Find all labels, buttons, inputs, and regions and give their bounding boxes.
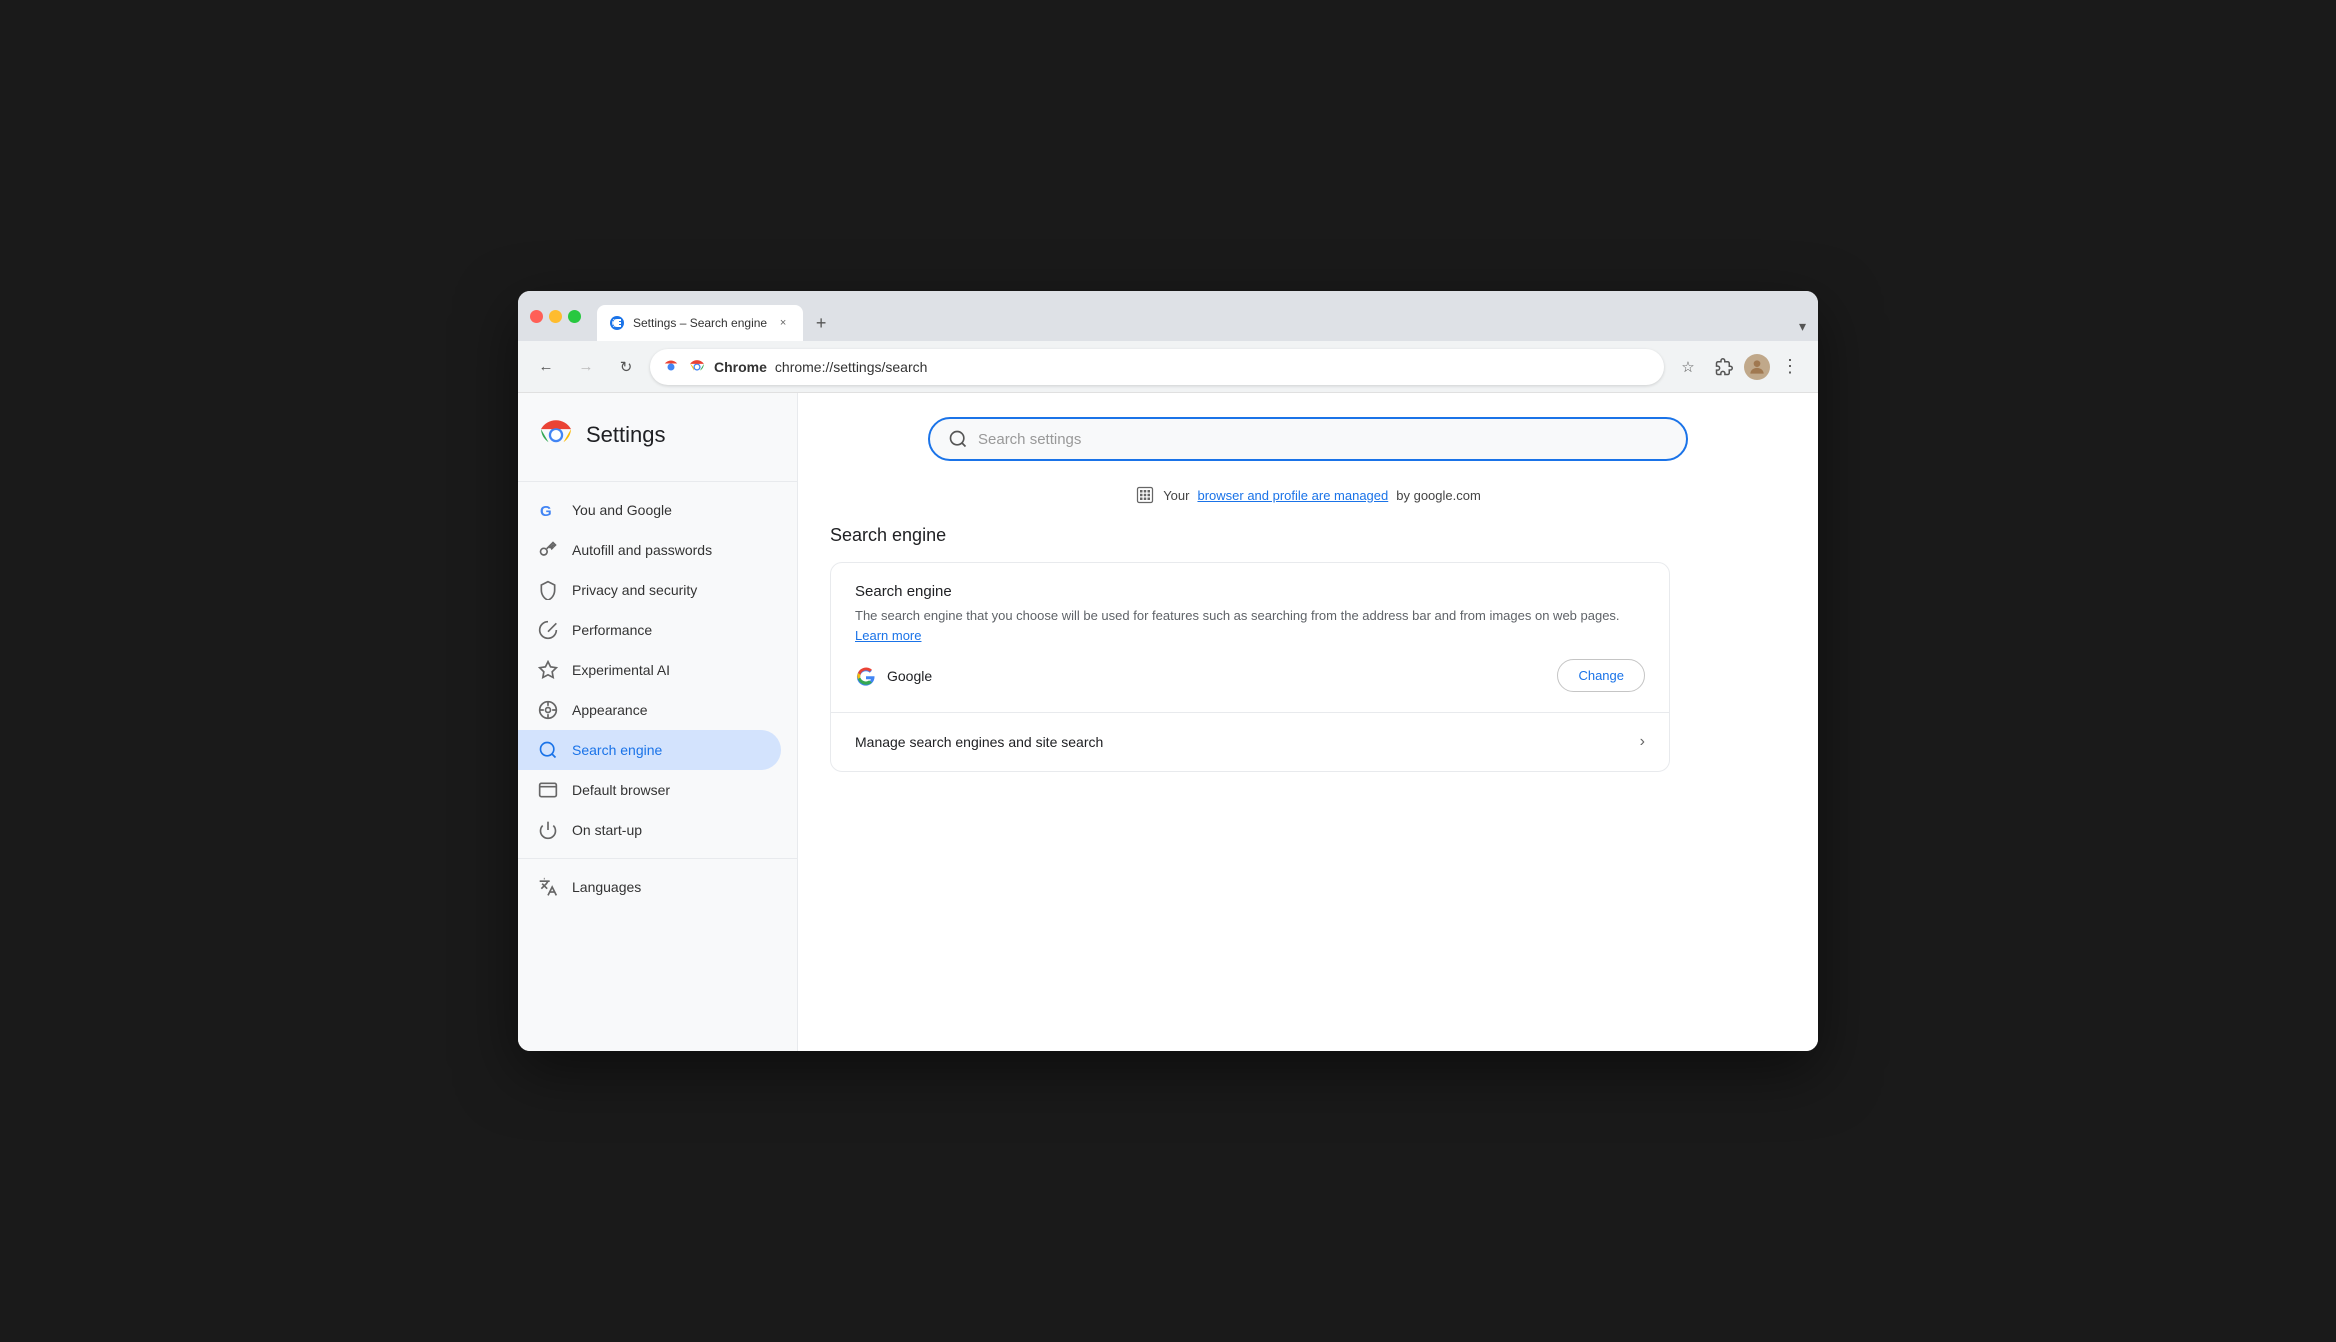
search-icon	[538, 740, 558, 760]
maximize-window-button[interactable]	[568, 310, 581, 323]
nav-actions: ☆ ⋮	[1672, 351, 1806, 383]
sidebar-label-autofill: Autofill and passwords	[572, 542, 712, 558]
tab-dropdown-button[interactable]: ▾	[1799, 318, 1806, 335]
sidebar-item-experimental-ai[interactable]: Experimental AI	[518, 650, 781, 690]
sidebar-item-languages[interactable]: Languages	[518, 867, 781, 907]
sidebar-item-you-and-google[interactable]: G You and Google	[518, 490, 781, 530]
sidebar-divider	[518, 481, 797, 482]
sidebar-item-appearance[interactable]: Appearance	[518, 690, 781, 730]
forward-button[interactable]: →	[570, 351, 602, 383]
traffic-lights	[530, 310, 581, 323]
shield-icon	[538, 580, 558, 600]
sidebar-label-default-browser: Default browser	[572, 782, 670, 798]
settings-header: Settings	[518, 409, 797, 473]
managed-prefix: Your	[1163, 488, 1189, 503]
more-button[interactable]: ⋮	[1774, 351, 1806, 383]
browser-name: Chrome	[714, 359, 767, 375]
engine-section: Search engine The search engine that you…	[831, 563, 1669, 713]
chrome-icon	[688, 358, 706, 376]
extensions-button[interactable]	[1708, 351, 1740, 383]
sidebar: Settings G You and Google	[518, 393, 798, 1051]
title-bar: Settings – Search engine × + ▾	[518, 291, 1818, 341]
tab-favicon	[609, 315, 625, 331]
search-engine-row: Google Change	[855, 659, 1645, 692]
address-url: chrome://settings/search	[775, 359, 928, 375]
sidebar-item-default-browser[interactable]: Default browser	[518, 770, 781, 810]
sidebar-item-search-engine[interactable]: Search engine	[518, 730, 781, 770]
refresh-button[interactable]: ↻	[610, 351, 642, 383]
search-settings-input[interactable]	[978, 431, 1668, 448]
minimize-window-button[interactable]	[549, 310, 562, 323]
sidebar-label-on-startup: On start-up	[572, 822, 642, 838]
sidebar-label-experimental-ai: Experimental AI	[572, 662, 670, 678]
change-engine-button[interactable]: Change	[1557, 659, 1645, 692]
sidebar-label-you-and-google: You and Google	[572, 502, 672, 518]
performance-icon	[538, 620, 558, 640]
manage-section[interactable]: Manage search engines and site search ›	[831, 713, 1669, 771]
sidebar-label-languages: Languages	[572, 879, 641, 895]
sidebar-label-performance: Performance	[572, 622, 652, 638]
sidebar-item-privacy[interactable]: Privacy and security	[518, 570, 781, 610]
learn-more-link[interactable]: Learn more	[855, 628, 921, 643]
current-engine-name: Google	[887, 668, 1547, 684]
close-window-button[interactable]	[530, 310, 543, 323]
section-title: Search engine	[830, 525, 1786, 546]
engine-section-desc: The search engine that you choose will b…	[855, 606, 1645, 645]
manage-row[interactable]: Manage search engines and site search ›	[855, 733, 1645, 751]
browser-icon	[538, 780, 558, 800]
address-bar[interactable]: Chrome chrome://settings/search	[650, 349, 1664, 385]
nav-bar: ← → ↻	[518, 341, 1818, 393]
google-logo-icon	[855, 665, 877, 687]
google-icon: G	[538, 500, 558, 520]
sidebar-item-performance[interactable]: Performance	[518, 610, 781, 650]
star-icon	[538, 660, 558, 680]
new-tab-button[interactable]: +	[807, 309, 835, 337]
translate-icon	[538, 877, 558, 897]
sidebar-label-search-engine: Search engine	[572, 742, 662, 758]
avatar[interactable]	[1744, 354, 1770, 380]
avatar-icon	[1747, 357, 1767, 377]
active-tab[interactable]: Settings – Search engine ×	[597, 305, 803, 341]
back-button[interactable]: ←	[530, 351, 562, 383]
chevron-right-icon: ›	[1640, 733, 1645, 751]
tab-title: Settings – Search engine	[633, 316, 767, 330]
managed-notice: Your browser and profile are managed by …	[830, 485, 1786, 505]
engine-section-title: Search engine	[855, 583, 1645, 600]
sidebar-label-appearance: Appearance	[572, 702, 648, 718]
managed-link[interactable]: browser and profile are managed	[1197, 488, 1388, 503]
power-icon	[538, 820, 558, 840]
key-icon	[538, 540, 558, 560]
sidebar-divider-2	[518, 858, 797, 859]
sidebar-item-on-startup[interactable]: On start-up	[518, 810, 781, 850]
search-engine-card: Search engine The search engine that you…	[830, 562, 1670, 772]
sidebar-label-privacy: Privacy and security	[572, 582, 697, 598]
address-favicon	[662, 358, 680, 376]
extensions-icon	[1715, 358, 1733, 376]
browser-window: Settings – Search engine × + ▾ ← → ↻	[518, 291, 1818, 1051]
sidebar-item-autofill[interactable]: Autofill and passwords	[518, 530, 781, 570]
manage-label: Manage search engines and site search	[855, 734, 1103, 750]
appearance-icon	[538, 700, 558, 720]
tab-bar: Settings – Search engine × + ▾	[597, 291, 1806, 341]
search-input-container[interactable]	[928, 417, 1688, 461]
chrome-logo	[538, 417, 574, 453]
svg-text:G: G	[540, 503, 552, 520]
tab-close-button[interactable]: ×	[775, 315, 791, 331]
managed-suffix: by google.com	[1396, 488, 1481, 503]
search-box	[928, 417, 1688, 461]
search-settings-icon	[948, 429, 968, 449]
settings-page-title: Settings	[586, 422, 666, 448]
bookmark-button[interactable]: ☆	[1672, 351, 1704, 383]
content-area: Your browser and profile are managed by …	[798, 393, 1818, 1051]
managed-icon	[1135, 485, 1155, 505]
main-content: Settings G You and Google	[518, 393, 1818, 1051]
search-box-wrapper	[830, 417, 1786, 461]
